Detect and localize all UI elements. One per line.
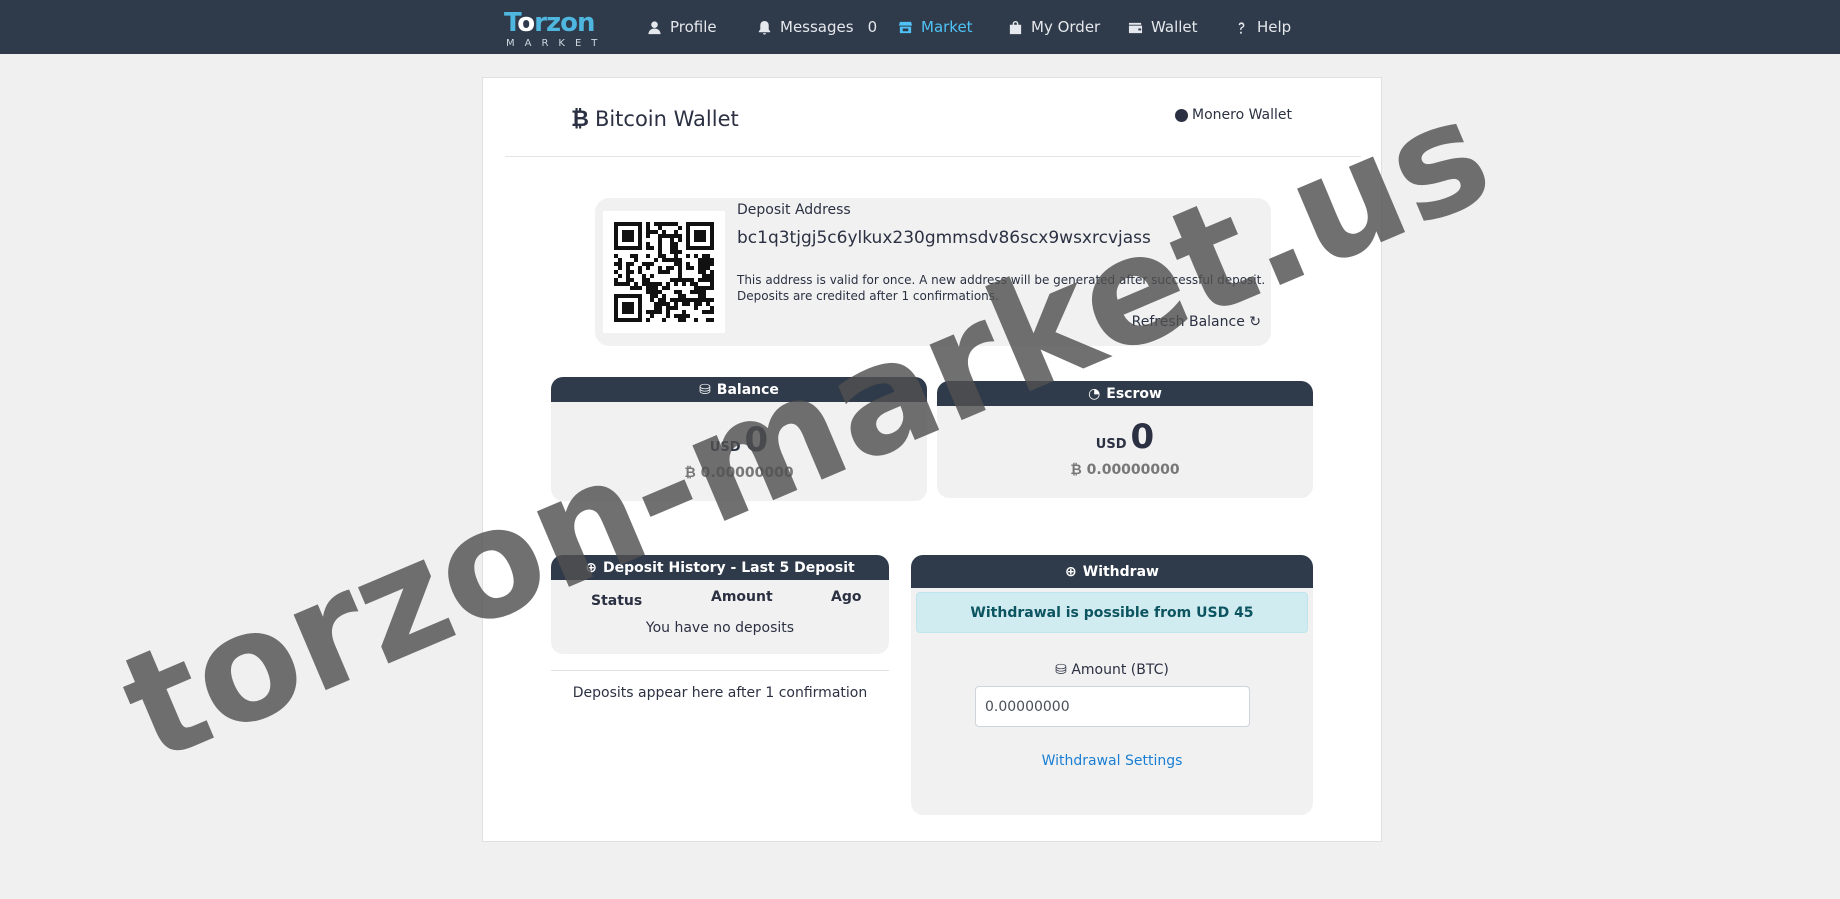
bag-icon bbox=[1009, 20, 1022, 34]
nav-profile[interactable]: Profile bbox=[647, 0, 717, 54]
arrow-down-circle-icon: ⊕ bbox=[585, 559, 598, 576]
escrow-currency: USD bbox=[1095, 437, 1127, 452]
nav-profile-label: Profile bbox=[670, 18, 717, 36]
balance-body: USD 0 ₿ 0.00000000 bbox=[551, 402, 927, 481]
header-divider bbox=[505, 156, 1361, 157]
deposit-note: This address is valid for once. A new ad… bbox=[737, 272, 1267, 304]
monero-wallet-link[interactable]: Monero Wallet bbox=[1175, 107, 1292, 123]
nav-help-label: Help bbox=[1257, 18, 1292, 36]
arrow-up-circle-icon: ⊕ bbox=[1065, 563, 1077, 580]
balance-panel: ⛁ Balance USD 0 ₿ 0.00000000 bbox=[551, 377, 927, 501]
page-title: ₿ Bitcoin Wallet bbox=[571, 106, 739, 132]
torzon-logo[interactable]: Torzon MARKET bbox=[504, 8, 608, 49]
monero-wallet-label: Monero Wallet bbox=[1192, 107, 1293, 123]
escrow-btc-value: ₿ 0.00000000 bbox=[1070, 462, 1180, 478]
withdraw-title: Withdraw bbox=[1082, 563, 1159, 580]
deposit-history-title: Deposit History - Last 5 Deposit bbox=[603, 559, 855, 576]
nav-my-order-label: My Order bbox=[1031, 18, 1101, 36]
wallet-card: ₿ Bitcoin Wallet Monero Wallet Deposit A… bbox=[482, 77, 1382, 842]
col-amount: Amount bbox=[711, 589, 773, 605]
col-status: Status bbox=[591, 593, 643, 609]
deposit-address-label: Deposit Address bbox=[737, 202, 851, 218]
withdraw-amount-label: ⛁ Amount (BTC) bbox=[1055, 662, 1169, 678]
user-icon bbox=[648, 20, 661, 34]
deposit-history-panel: ⊕ Deposit History - Last 5 Deposit Statu… bbox=[551, 555, 889, 654]
nav-wallet[interactable]: Wallet bbox=[1128, 0, 1198, 54]
nav-my-order[interactable]: My Order bbox=[1008, 0, 1100, 54]
wallet-icon bbox=[1128, 22, 1143, 33]
balance-currency: USD bbox=[709, 440, 741, 455]
nav-market-label: Market bbox=[921, 18, 973, 36]
balance-title: Balance bbox=[716, 381, 779, 398]
logo-wordmark: Torzon bbox=[504, 8, 596, 38]
refresh-balance-button[interactable]: Refresh Balance ↻ bbox=[1132, 314, 1261, 330]
messages-count: 0 bbox=[867, 18, 878, 36]
deposit-history-empty: You have no deposits bbox=[645, 620, 795, 636]
nav-messages[interactable]: Messages 0 bbox=[757, 0, 877, 54]
deposit-history-header: ⊕ Deposit History - Last 5 Deposit bbox=[551, 555, 889, 580]
nav-messages-label: Messages bbox=[780, 18, 854, 36]
escrow-usd-value: 0 bbox=[1130, 417, 1155, 457]
nav-market[interactable]: Market bbox=[898, 0, 973, 54]
withdraw-minimum-alert: Withdrawal is possible from USD 45 bbox=[916, 592, 1308, 633]
deposit-history-columns: Status Amount Ago bbox=[551, 580, 889, 620]
balance-usd-value: 0 bbox=[744, 420, 769, 460]
col-ago: Ago bbox=[831, 589, 862, 605]
history-divider bbox=[551, 670, 889, 671]
page-title-text: Bitcoin Wallet bbox=[594, 107, 739, 131]
deposit-address[interactable]: bc1q3tjgj5c6ylkux230gmmsdv86scx9wsxrcvja… bbox=[737, 228, 1151, 248]
deposit-qr-code bbox=[603, 211, 725, 333]
clock-icon: ◔ bbox=[1088, 385, 1101, 402]
monero-icon bbox=[1175, 108, 1188, 122]
deposit-note-line2: Deposits are credited after 1 confirmati… bbox=[737, 289, 999, 303]
bitcoin-icon: ₿ bbox=[571, 107, 589, 132]
escrow-body: USD 0 ₿ 0.00000000 bbox=[937, 406, 1313, 478]
question-icon bbox=[1238, 21, 1245, 34]
top-navbar: Torzon MARKET Profile Messages 0 Market … bbox=[0, 0, 1840, 54]
withdrawal-settings-link[interactable]: Withdrawal Settings bbox=[911, 753, 1313, 769]
balance-btc-value: ₿ 0.00000000 bbox=[684, 465, 794, 481]
escrow-panel: ◔ Escrow USD 0 ₿ 0.00000000 bbox=[937, 381, 1313, 498]
logo-subtitle: MARKET bbox=[506, 38, 608, 49]
escrow-header: ◔ Escrow bbox=[937, 381, 1313, 406]
withdraw-panel: ⊕ Withdraw Withdrawal is possible from U… bbox=[911, 555, 1313, 815]
withdraw-header: ⊕ Withdraw bbox=[911, 555, 1313, 588]
nav-help[interactable]: Help bbox=[1234, 0, 1291, 54]
store-icon bbox=[898, 21, 913, 33]
coins-icon: ⛁ bbox=[699, 381, 711, 398]
bell-icon bbox=[758, 20, 771, 35]
deposit-note-line1: This address is valid for once. A new ad… bbox=[737, 273, 1266, 287]
balance-header: ⛁ Balance bbox=[551, 377, 927, 402]
withdraw-amount-input[interactable] bbox=[975, 686, 1250, 727]
nav-wallet-label: Wallet bbox=[1151, 18, 1198, 36]
escrow-title: Escrow bbox=[1106, 385, 1162, 402]
coins-icon: ⛁ bbox=[1055, 662, 1067, 678]
deposit-panel: Deposit Address bc1q3tjgj5c6ylkux230gmms… bbox=[595, 198, 1271, 346]
deposit-history-footer: Deposits appear here after 1 confirmatio… bbox=[572, 685, 868, 701]
